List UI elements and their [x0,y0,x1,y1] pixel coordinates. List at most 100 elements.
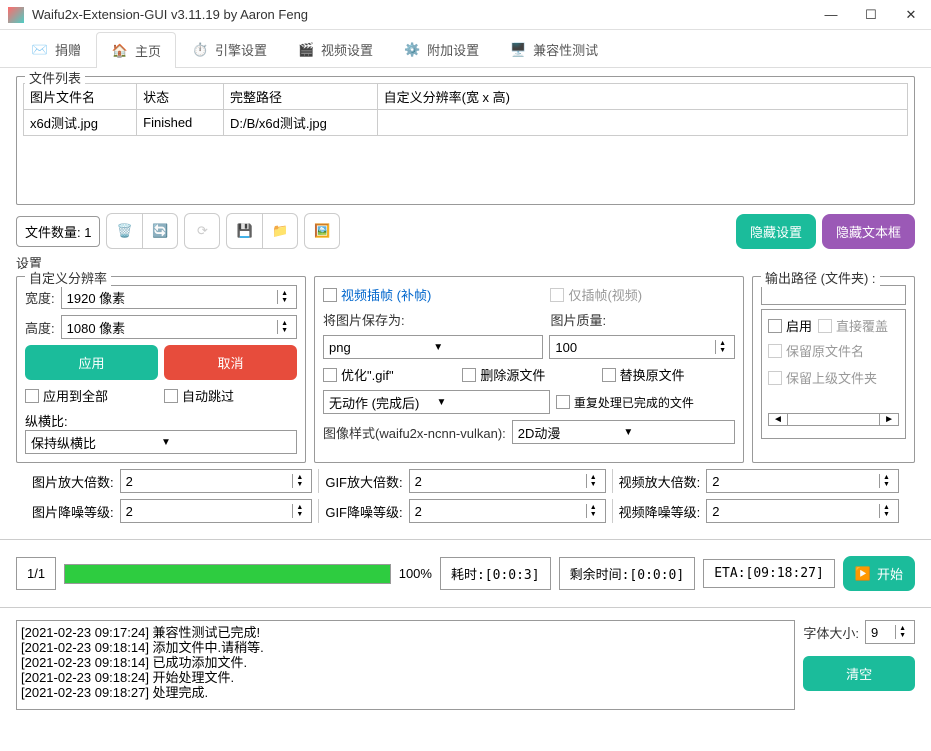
save-as-select[interactable]: png▼ [323,335,543,359]
vid-denoise-label: 视频降噪等级: [619,502,701,521]
quality-input[interactable]: 100▲▼ [549,335,735,359]
spin-down-icon[interactable]: ▼ [278,327,291,334]
col-res[interactable]: 自定义分辨率(宽 x 高) [377,84,907,110]
tab-compat[interactable]: 🖥️兼容性测试 [494,31,613,67]
gear-icon: ⚙️ [403,41,421,59]
tab-engine[interactable]: ⏱️引擎设置 [176,31,282,67]
style-select[interactable]: 2D动漫▼ [512,420,735,444]
optimize-gif-label: 优化".gif" [341,365,394,384]
gif-scale-label: GIF放大倍数: [325,472,402,491]
delete-src-checkbox[interactable] [462,368,476,382]
gauge-icon: ⏱️ [191,41,209,59]
trash-icon: 🗑️ [117,223,133,239]
output-title: 输出路径 (文件夹) : [761,268,880,287]
output-path-input[interactable] [761,285,906,305]
chevron-down-icon: ▼ [161,437,291,448]
add-image-button[interactable]: 🖼️ [304,213,340,249]
chevron-down-icon: ▼ [433,342,537,353]
font-size-input[interactable]: 9▲▼ [865,620,915,644]
log-textbox[interactable]: [2021-02-23 09:17:24] 兼容性测试已完成![2021-02-… [16,620,795,710]
progress-bar [64,564,391,584]
progress-row: 1/1 100% 耗时:[0:0:3] 剩余时间:[0:0:0] ETA:[09… [0,548,931,599]
tab-home[interactable]: 🏠主页 [96,32,176,68]
auto-skip-checkbox[interactable] [164,389,178,403]
quality-label: 图片质量: [550,310,735,329]
open-folder-button[interactable]: 📁 [262,213,298,249]
start-button[interactable]: ▶️开始 [843,556,915,591]
close-button[interactable]: ✕ [899,3,923,27]
col-status[interactable]: 状态 [137,84,224,110]
replace-src-checkbox[interactable] [602,368,616,382]
save-icon: 💾 [237,223,253,239]
spin-up-icon[interactable]: ▲ [716,340,729,347]
log-row: [2021-02-23 09:17:24] 兼容性测试已完成![2021-02-… [0,616,931,714]
hide-settings-button[interactable]: 隐藏设置 [736,214,816,249]
file-table: 图片文件名 状态 完整路径 自定义分辨率(宽 x 高) x6d测试.jpg Fi… [23,83,908,136]
reload-button[interactable]: ⟳ [184,213,220,249]
overwrite-checkbox[interactable] [818,319,832,333]
table-row[interactable]: x6d测试.jpg Finished D:/B/x6d测试.jpg [24,110,908,136]
height-input[interactable]: 1080 像素▲▼ [61,315,297,339]
remaining-time: 剩余时间:[0:0:0] [559,557,696,590]
tab-donate[interactable]: ✉️捐赠 [16,31,96,67]
save-as-label: 将图片保存为: [323,310,544,329]
cancel-button[interactable]: 取消 [164,345,297,380]
resolution-title: 自定义分辨率 [25,268,111,287]
after-done-select[interactable]: 无动作 (完成后)▼ [323,390,550,414]
envelope-icon: ✉️ [31,41,49,59]
img-denoise-input[interactable]: 2▲▼ [120,499,313,523]
keep-name-label: 保留原文件名 [786,341,864,360]
file-list-title: 文件列表 [25,68,85,87]
table-header-row: 图片文件名 状态 完整路径 自定义分辨率(宽 x 高) [24,84,908,110]
clear-log-button[interactable]: 清空 [803,656,915,691]
video-interp-checkbox[interactable] [323,288,337,302]
keep-name-checkbox[interactable] [768,344,782,358]
width-input[interactable]: 1920 像素▲▼ [61,285,297,309]
spin-up-icon[interactable]: ▲ [278,290,291,297]
output-panel: 输出路径 (文件夹) : 启用 直接覆盖 保留原文件名 保留上级文件夹 ◄► [752,276,915,463]
vid-denoise-input[interactable]: 2▲▼ [706,499,899,523]
maximize-button[interactable]: ☐ [859,3,883,27]
font-size-label: 字体大小: [803,623,859,642]
hide-textbox-button[interactable]: 隐藏文本框 [822,214,915,249]
reprocess-checkbox[interactable] [556,395,570,409]
minimize-button[interactable]: — [819,3,843,27]
file-table-container[interactable]: 图片文件名 状态 完整路径 自定义分辨率(宽 x 高) x6d测试.jpg Fi… [23,83,908,198]
img-scale-label: 图片放大倍数: [32,472,114,491]
gif-scale-input[interactable]: 2▲▼ [409,469,606,493]
width-label: 宽度: [25,288,55,307]
folder-icon: 📁 [272,223,288,239]
gif-denoise-label: GIF降噪等级: [325,502,402,521]
img-scale-input[interactable]: 2▲▼ [120,469,313,493]
scroll-right-icon[interactable]: ► [879,413,899,426]
apply-all-checkbox[interactable] [25,389,39,403]
only-interp-checkbox[interactable] [550,288,564,302]
refresh-cards-icon: 🔄 [152,223,168,239]
delete-button[interactable]: 🗑️ [106,213,142,249]
tab-video[interactable]: 🎬视频设置 [282,31,388,67]
keep-path-label: 保留上级文件夹 [786,368,877,387]
clapboard-icon: 🎬 [297,41,315,59]
gif-denoise-input[interactable]: 2▲▼ [409,499,606,523]
enable-output-checkbox[interactable] [768,319,782,333]
window-title: Waifu2x-Extension-GUI v3.11.19 by Aaron … [32,7,819,22]
spin-down-icon[interactable]: ▼ [716,347,729,354]
progress-percent: 100% [399,566,432,581]
clear-list-button[interactable]: 🔄 [142,213,178,249]
tab-additional[interactable]: ⚙️附加设置 [388,31,494,67]
scroll-left-icon[interactable]: ◄ [768,413,788,426]
resolution-panel: 自定义分辨率 宽度: 1920 像素▲▼ 高度: 1080 像素▲▼ 应用 取消… [16,276,306,463]
output-options-box: 启用 直接覆盖 保留原文件名 保留上级文件夹 ◄► [761,309,906,439]
aspect-select[interactable]: 保持纵横比▼ [25,430,297,454]
spin-down-icon[interactable]: ▼ [278,297,291,304]
save-list-button[interactable]: 💾 [226,213,262,249]
aspect-label: 纵横比: [25,414,68,429]
keep-path-checkbox[interactable] [768,371,782,385]
only-interp-label: 仅插帧(视频) [568,285,642,304]
spin-up-icon[interactable]: ▲ [278,320,291,327]
vid-scale-input[interactable]: 2▲▼ [706,469,899,493]
optimize-gif-checkbox[interactable] [323,368,337,382]
col-name[interactable]: 图片文件名 [24,84,137,110]
col-path[interactable]: 完整路径 [224,84,378,110]
apply-button[interactable]: 应用 [25,345,158,380]
